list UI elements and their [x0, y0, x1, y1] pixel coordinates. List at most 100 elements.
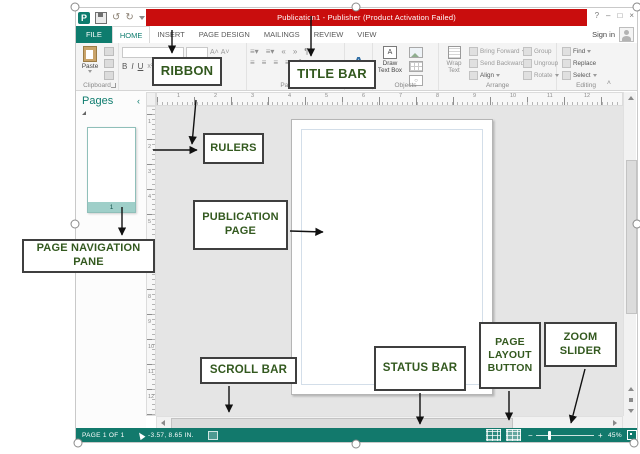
- group-button[interactable]: Group: [523, 47, 559, 56]
- customize-qat-icon[interactable]: [139, 16, 145, 20]
- selection-handle[interactable]: [71, 3, 80, 12]
- bring-forward-button[interactable]: Bring Forward: [469, 47, 530, 56]
- selection-handle[interactable]: [352, 3, 361, 12]
- align-button[interactable]: Align: [469, 71, 530, 80]
- wrap-text-button[interactable]: Wrap Text: [442, 46, 466, 74]
- collapse-pane-icon[interactable]: ‹: [137, 96, 140, 106]
- restore-button[interactable]: □: [617, 11, 622, 20]
- page-jump-icon[interactable]: [625, 395, 636, 405]
- group-icon: [523, 47, 532, 56]
- single-page-view-button[interactable]: [486, 429, 501, 441]
- object-size-icon[interactable]: [208, 431, 218, 440]
- tab-view[interactable]: VIEW: [350, 26, 383, 43]
- annotation-page-layout-button: PAGELAYOUTBUTTON: [479, 322, 541, 389]
- sign-in-label[interactable]: Sign in: [592, 30, 615, 39]
- v-ruler-number: 12: [148, 394, 154, 400]
- ungroup-button[interactable]: Ungroup: [523, 59, 559, 68]
- clipboard-dialog-launcher-icon[interactable]: [111, 83, 116, 88]
- minimize-button[interactable]: –: [606, 11, 610, 20]
- find-button[interactable]: Find: [562, 47, 597, 56]
- page-thumbnail[interactable]: 1: [87, 127, 136, 213]
- copy-icon[interactable]: [104, 59, 114, 68]
- annotation-scroll-bar: SCROLL BAR: [200, 357, 297, 384]
- underline-button[interactable]: U: [138, 62, 144, 71]
- page-indicator[interactable]: PAGE 1 OF 1: [82, 428, 125, 442]
- v-ruler-number: 9: [148, 319, 151, 325]
- quick-access-toolbar: P ↺ ↻: [78, 9, 145, 26]
- selection-handle[interactable]: [633, 220, 640, 229]
- cursor-position-icon: [137, 430, 146, 439]
- bullets-icon[interactable]: ≡▾: [250, 47, 259, 56]
- selection-handle[interactable]: [71, 220, 80, 229]
- align-center-icon[interactable]: ≡: [262, 58, 267, 67]
- tab-mailings[interactable]: MAILINGS: [257, 26, 307, 43]
- format-painter-icon[interactable]: [104, 71, 114, 80]
- collapse-ribbon-icon[interactable]: ˄: [607, 80, 611, 87]
- save-icon[interactable]: [95, 12, 107, 24]
- shrink-font-icon[interactable]: A˅: [221, 49, 230, 56]
- paste-button[interactable]: Paste: [79, 46, 101, 78]
- increase-indent-icon[interactable]: »: [293, 47, 297, 56]
- vertical-scrollbar[interactable]: [623, 92, 636, 416]
- rotate-button[interactable]: Rotate: [523, 71, 559, 80]
- italic-button[interactable]: I: [131, 62, 133, 71]
- annotation-rulers: RULERS: [203, 133, 264, 164]
- objects-group: A Draw Text Box ○ Objects: [373, 43, 439, 90]
- selection-handle[interactable]: [74, 439, 83, 448]
- publisher-app-icon: P: [78, 12, 90, 24]
- ungroup-icon: [523, 59, 532, 68]
- scroll-up-icon[interactable]: [625, 92, 636, 103]
- scroll-down-icon[interactable]: [625, 406, 636, 416]
- numbering-icon[interactable]: ≡▾: [266, 47, 275, 56]
- send-backward-button[interactable]: Send Backward: [469, 59, 530, 68]
- tab-file[interactable]: FILE: [76, 26, 112, 43]
- close-button[interactable]: ×: [629, 11, 634, 20]
- pane-expand-icon[interactable]: [82, 111, 86, 115]
- window-title: Publication1 - Publisher (Product Activa…: [277, 13, 456, 22]
- align-right-icon[interactable]: ≡: [273, 58, 278, 67]
- pilcrow-icon[interactable]: ¶: [304, 47, 308, 56]
- tab-page-design[interactable]: PAGE DESIGN: [192, 26, 257, 43]
- tab-home[interactable]: HOME: [112, 26, 151, 43]
- v-ruler-number: 5: [148, 219, 151, 225]
- scroll-right-icon[interactable]: [609, 418, 620, 427]
- wrap-text-icon: [448, 46, 461, 59]
- align-left-icon[interactable]: ≡: [250, 58, 255, 67]
- h-ruler-number: 5: [325, 93, 328, 99]
- pictures-icon[interactable]: [409, 47, 423, 58]
- decrease-indent-icon[interactable]: «: [281, 47, 285, 56]
- replace-button[interactable]: Replace: [562, 59, 597, 68]
- vertical-scrollbar-thumb[interactable]: [626, 160, 637, 314]
- draw-text-box-button[interactable]: A Draw Text Box: [377, 46, 403, 74]
- selection-handle[interactable]: [633, 3, 640, 12]
- paste-dropdown-icon[interactable]: [88, 70, 92, 73]
- tab-review[interactable]: REVIEW: [307, 26, 351, 43]
- horizontal-ruler: 123456789101112: [156, 92, 623, 106]
- two-page-spread-button[interactable]: [506, 429, 521, 441]
- ribbon-tab-row: FILE HOMEINSERTPAGE DESIGNMAILINGSREVIEW…: [76, 26, 637, 44]
- cut-icon[interactable]: [104, 47, 114, 56]
- pages-pane-title: Pages: [82, 95, 113, 107]
- grow-font-icon[interactable]: A˄: [210, 49, 219, 56]
- h-ruler-number: 1: [177, 93, 180, 99]
- tab-insert[interactable]: INSERT: [150, 26, 191, 43]
- redo-icon[interactable]: ↻: [125, 13, 133, 23]
- previous-page-icon[interactable]: [625, 384, 636, 394]
- zoom-slider-thumb[interactable]: [548, 431, 551, 440]
- v-ruler-number: 2: [148, 144, 151, 150]
- zoom-slider[interactable]: [536, 435, 594, 436]
- title-bar: Publication1 - Publisher (Product Activa…: [146, 9, 587, 26]
- undo-icon[interactable]: ↺: [112, 13, 120, 23]
- zoom-in-button[interactable]: +: [598, 428, 603, 442]
- table-icon[interactable]: [409, 61, 423, 72]
- sign-in-area[interactable]: Sign in: [592, 26, 637, 43]
- select-button[interactable]: Select: [562, 71, 597, 80]
- selection-handle[interactable]: [630, 439, 639, 448]
- scroll-left-icon[interactable]: [157, 418, 168, 427]
- help-button[interactable]: ?: [595, 11, 599, 20]
- zoom-out-button[interactable]: −: [528, 428, 533, 442]
- zoom-level[interactable]: 45%: [608, 428, 622, 442]
- bold-button[interactable]: B: [122, 62, 127, 71]
- selection-handle[interactable]: [352, 440, 361, 449]
- h-ruler-number: 2: [214, 93, 217, 99]
